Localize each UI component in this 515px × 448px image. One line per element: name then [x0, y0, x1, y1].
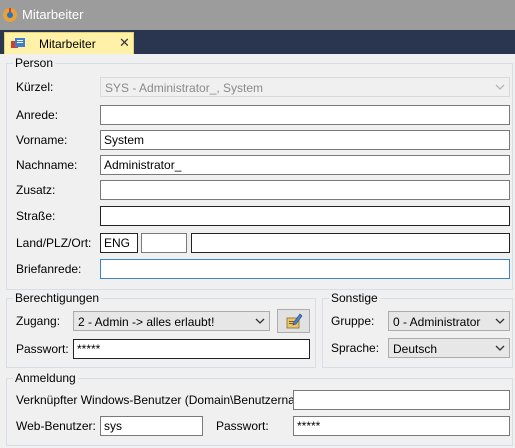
vorname-field[interactable] — [100, 130, 510, 150]
kuerzel-label: Kürzel: — [16, 80, 54, 94]
gruppe-select[interactable]: 0 - Administrator — [388, 311, 510, 331]
anrede-label: Anrede: — [16, 108, 59, 122]
window-title: Mitarbeiter — [22, 7, 84, 22]
zugang-select[interactable]: 2 - Admin -> alles erlaubt! — [73, 311, 270, 331]
passwort-field[interactable] — [73, 339, 310, 359]
group-berechtigungen-legend: Berechtigungen — [13, 291, 102, 305]
app-icon — [3, 8, 17, 22]
sprache-value: Deutsch — [393, 342, 438, 356]
windows-user-field[interactable] — [293, 390, 510, 410]
gruppe-value: 0 - Administrator — [393, 315, 481, 329]
edit-pencil-icon — [286, 313, 303, 329]
document-icon — [11, 38, 25, 48]
passwort-label: Passwort: — [16, 342, 69, 356]
zugang-value: 2 - Admin -> alles erlaubt! — [78, 315, 215, 329]
zusatz-field[interactable] — [100, 180, 510, 200]
group-sonstige-legend: Sonstige — [329, 291, 380, 305]
zugang-label: Zugang: — [16, 314, 61, 328]
edit-zugang-button[interactable] — [277, 309, 310, 333]
land-plz-ort-label: Land/PLZ/Ort: — [16, 236, 92, 250]
web-passwort-field[interactable] — [293, 416, 510, 436]
chevron-down-icon — [495, 84, 505, 90]
chevron-down-icon — [255, 318, 265, 324]
nachname-label: Nachname: — [16, 158, 78, 172]
gruppe-label: Gruppe: — [331, 314, 375, 328]
kuerzel-value: SYS - Administrator_, System — [105, 81, 264, 95]
chevron-down-icon — [495, 345, 505, 351]
chevron-down-icon — [495, 318, 505, 324]
plz-field[interactable] — [141, 233, 187, 253]
windows-user-label: Verknüpfter Windows-Benutzer (Domain\Ben… — [16, 393, 319, 407]
form-content: Person Kürzel: SYS - Administrator_, Sys… — [0, 54, 515, 448]
web-passwort-label: Passwort: — [216, 419, 269, 433]
vorname-label: Vorname: — [16, 133, 68, 147]
ort-field[interactable] — [191, 233, 510, 253]
title-bar: Mitarbeiter — [0, 0, 515, 30]
close-icon[interactable]: ✕ — [119, 35, 130, 51]
sprache-label: Sprache: — [331, 341, 380, 355]
sprache-select[interactable]: Deutsch — [388, 338, 510, 358]
group-person: Person — [6, 56, 513, 290]
tab-mitarbeiter[interactable]: Mitarbeiter ✕ — [4, 32, 134, 54]
group-anmeldung-legend: Anmeldung — [13, 371, 78, 385]
web-user-field[interactable] — [100, 416, 203, 436]
tab-label: Mitarbeiter — [39, 37, 96, 51]
web-user-label: Web-Benutzer: — [16, 419, 96, 433]
nachname-field[interactable] — [100, 155, 510, 175]
anrede-field[interactable] — [100, 105, 510, 125]
briefanrede-field[interactable] — [100, 259, 510, 279]
strasse-field[interactable] — [100, 206, 510, 226]
kuerzel-select[interactable]: SYS - Administrator_, System — [100, 77, 510, 97]
zusatz-label: Zusatz: — [16, 183, 56, 197]
group-person-legend: Person — [13, 56, 56, 70]
strasse-label: Straße: — [16, 209, 56, 223]
tab-strip: Mitarbeiter ✕ — [0, 30, 515, 54]
briefanrede-label: Briefanrede: — [16, 262, 82, 276]
land-field[interactable] — [100, 233, 138, 253]
